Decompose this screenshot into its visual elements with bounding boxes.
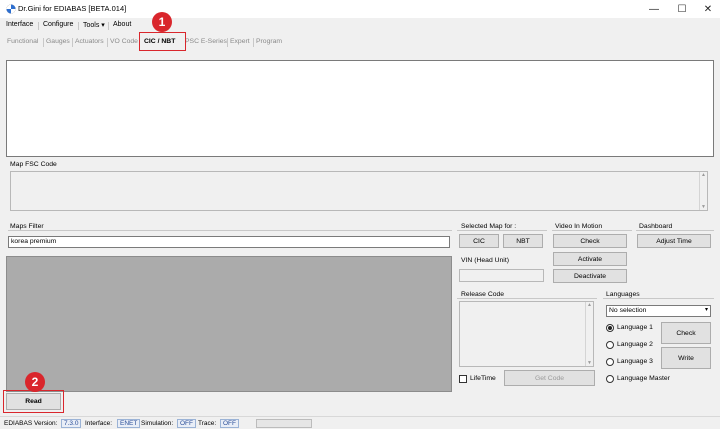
release-code-field[interactable]: ▲ ▼ <box>459 301 594 367</box>
language-select[interactable]: No selection ▾ <box>606 305 711 317</box>
interface-label: Interface: <box>85 420 113 427</box>
language-2-label: Language 2 <box>617 341 653 348</box>
menu-configure[interactable]: Configure <box>43 21 73 28</box>
tab-separator <box>72 38 73 47</box>
menu-separator <box>78 22 79 30</box>
tab-separator <box>253 38 254 47</box>
menu-separator <box>108 22 109 30</box>
adjust-time-button[interactable]: Adjust Time <box>637 234 711 248</box>
vin-field[interactable] <box>459 269 544 282</box>
tab-expert[interactable]: Expert <box>230 38 250 45</box>
ediabas-version-value: 7.3.0 <box>61 419 82 428</box>
status-bar: EDIABAS Version: 7.3.0 Interface: ENET S… <box>0 416 720 429</box>
trace-label: Trace: <box>198 420 217 427</box>
vim-check-button[interactable]: Check <box>553 234 627 248</box>
tab-vo-code[interactable]: VO Code <box>110 38 138 45</box>
cic-button[interactable]: CIC <box>459 234 499 248</box>
scrollbar[interactable]: ▲ ▼ <box>585 302 593 366</box>
group-divider <box>457 298 597 299</box>
selected-map-label: Selected Map for : <box>461 223 517 230</box>
tab-psc-e-series[interactable]: PSC E-Series <box>185 38 227 45</box>
tab-separator <box>107 38 108 47</box>
maps-filter-label: Maps Filter <box>10 223 44 230</box>
group-divider <box>636 230 714 231</box>
dashboard-label: Dashboard <box>639 223 673 230</box>
menu-tools[interactable]: Tools ▾ <box>83 21 105 29</box>
languages-label: Languages <box>606 291 640 298</box>
language-3-radio[interactable] <box>606 358 614 366</box>
scroll-up-icon[interactable]: ▲ <box>587 302 592 308</box>
map-fsc-code-field[interactable]: ▲ ▼ <box>10 171 708 211</box>
map-fsc-label: Map FSC Code <box>10 161 57 168</box>
output-textarea[interactable] <box>6 60 714 157</box>
nbt-button[interactable]: NBT <box>503 234 543 248</box>
lifetime-label: LifeTime <box>470 375 496 382</box>
language-master-radio[interactable] <box>606 375 614 383</box>
ediabas-version-label: EDIABAS Version: <box>4 420 58 427</box>
group-divider <box>457 230 547 231</box>
tab-separator <box>43 38 44 47</box>
menu-about[interactable]: About <box>113 21 131 28</box>
close-button[interactable]: ✕ <box>694 0 720 18</box>
chevron-down-icon: ▾ <box>704 307 708 313</box>
window-title: Dr.Gini for EDIABAS [BETA.014] <box>18 4 127 13</box>
tab-gauges[interactable]: Gauges <box>46 38 70 45</box>
language-1-radio[interactable] <box>606 324 614 332</box>
tab-program[interactable]: Program <box>256 38 282 45</box>
tab-actuators[interactable]: Actuators <box>75 38 104 45</box>
callout-highlight-cic-nbt <box>139 32 186 51</box>
language-2-radio[interactable] <box>606 341 614 349</box>
menu-interface[interactable]: Interface <box>6 21 33 28</box>
interface-value: ENET <box>117 419 141 428</box>
language-check-button[interactable]: Check <box>661 322 711 344</box>
vin-label: VIN (Head Unit) <box>461 257 509 264</box>
group-divider <box>603 298 714 299</box>
minimize-button[interactable]: — <box>640 0 668 18</box>
get-code-button[interactable]: Get Code <box>504 370 595 386</box>
simulation-value: OFF <box>177 419 196 428</box>
language-master-label: Language Master <box>617 375 670 382</box>
scroll-up-icon[interactable]: ▲ <box>701 172 706 178</box>
title-bar: Dr.Gini for EDIABAS [BETA.014] — ☐ ✕ <box>0 0 720 18</box>
menu-separator <box>38 22 39 30</box>
app-icon <box>6 4 16 14</box>
maps-list[interactable] <box>6 256 452 392</box>
simulation-label: Simulation: <box>141 420 174 427</box>
vim-deactivate-button[interactable]: Deactivate <box>553 269 627 283</box>
language-select-value: No selection <box>609 307 647 314</box>
scroll-down-icon[interactable]: ▼ <box>701 204 706 210</box>
scroll-down-icon[interactable]: ▼ <box>587 360 592 366</box>
language-3-label: Language 3 <box>617 358 653 365</box>
callout-badge-2: 2 <box>25 372 45 392</box>
scrollbar[interactable]: ▲ ▼ <box>699 172 707 210</box>
maps-filter-input[interactable]: korea premium <box>8 236 450 248</box>
tab-separator <box>227 38 228 47</box>
callout-highlight-read <box>3 390 64 413</box>
progress-bar <box>256 419 312 428</box>
trace-value: OFF <box>220 419 239 428</box>
tab-functional[interactable]: Functional <box>7 38 38 45</box>
group-divider <box>8 230 452 231</box>
maximize-button[interactable]: ☐ <box>668 0 696 18</box>
menu-bar: Interface Configure Tools ▾ About <box>0 19 720 32</box>
callout-badge-1: 1 <box>152 12 172 32</box>
vim-activate-button[interactable]: Activate <box>553 252 627 266</box>
language-write-button[interactable]: Write <box>661 347 711 369</box>
release-code-label: Release Code <box>461 291 505 298</box>
video-in-motion-label: Video In Motion <box>555 223 603 230</box>
group-divider <box>552 230 632 231</box>
language-1-label: Language 1 <box>617 324 653 331</box>
lifetime-checkbox[interactable] <box>459 375 467 383</box>
